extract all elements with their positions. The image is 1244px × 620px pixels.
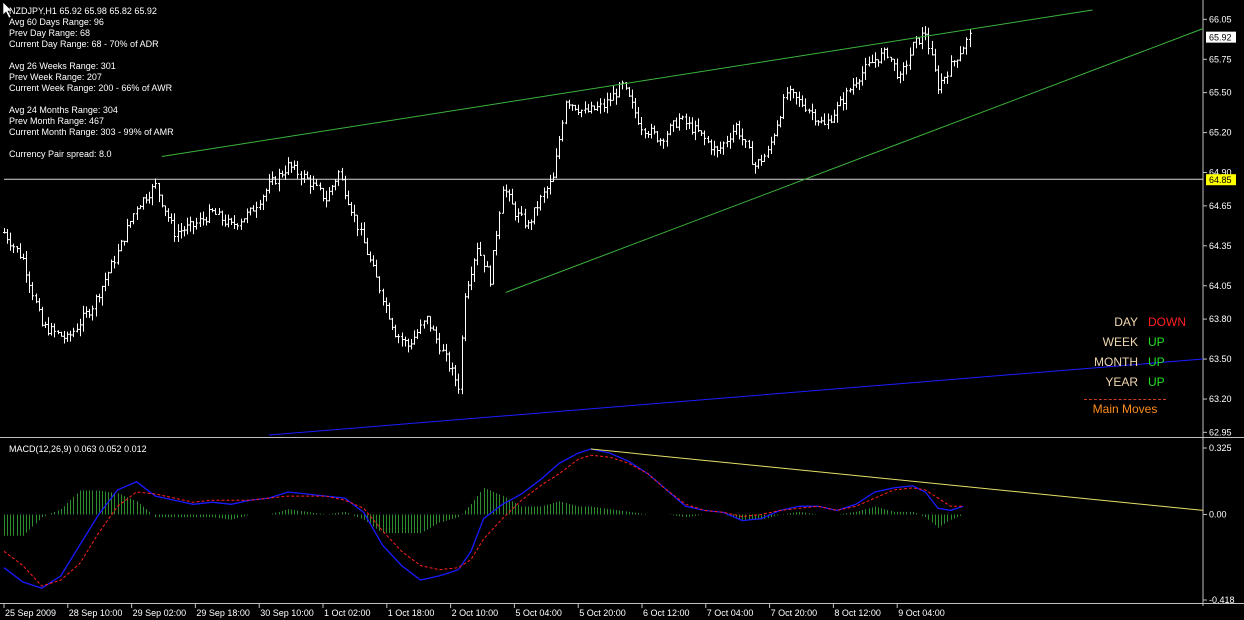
stat-line: Current Day Range: 68 - 70% of ADR — [9, 39, 159, 49]
price-tick-label: 63.80 — [1209, 314, 1232, 324]
trend-label: WEEK — [1102, 335, 1138, 349]
trend-row-year: YEAR UP — [1070, 375, 1190, 395]
main-moves-label: Main Moves — [1084, 399, 1166, 416]
time-tick-label: 9 Oct 04:00 — [898, 608, 945, 618]
trend-value: UP — [1148, 335, 1165, 349]
time-tick-label: 5 Oct 20:00 — [579, 608, 626, 618]
time-tick-label: 5 Oct 04:00 — [515, 608, 562, 618]
price-tick-label: 65.50 — [1209, 88, 1232, 98]
macd-label: MACD(12,26,9) 0.063 0.052 0.012 — [9, 444, 147, 454]
trend-panel: DAY DOWN WEEK UP MONTH UP YEAR UP Main M… — [1070, 315, 1190, 416]
time-tick-label: 25 Sep 2009 — [5, 608, 56, 618]
current-price-label: 65.92 — [1209, 33, 1232, 43]
trend-label: YEAR — [1105, 375, 1138, 389]
macd-tick-label: 0.325 — [1209, 443, 1232, 453]
macd-tick-label: -0.418 — [1209, 595, 1235, 605]
trend-label: DAY — [1114, 315, 1138, 329]
trend-value: UP — [1148, 355, 1165, 369]
time-tick-label: 30 Sep 10:00 — [260, 608, 314, 618]
price-tick-label: 62.95 — [1209, 427, 1232, 437]
price-tick-label: 63.20 — [1209, 394, 1232, 404]
price-tick-label: 65.20 — [1209, 128, 1232, 138]
trend-label: MONTH — [1094, 355, 1138, 369]
time-tick-label: 28 Sep 10:00 — [69, 608, 123, 618]
spread-line: Currency Pair spread: 8.0 — [9, 149, 112, 159]
stat-line: Prev Week Range: 207 — [9, 72, 102, 82]
price-chart[interactable]: 66.0565.7565.5065.2064.9064.6564.3564.05… — [0, 0, 1244, 620]
time-tick-label: 8 Oct 12:00 — [834, 608, 881, 618]
macd-tick-label: 0.00 — [1209, 509, 1227, 519]
stat-line: Current Week Range: 200 - 66% of AWR — [9, 83, 173, 93]
time-tick-label: 2 Oct 10:00 — [452, 608, 499, 618]
price-tick-label: 63.50 — [1209, 354, 1232, 364]
time-tick-label: 1 Oct 02:00 — [324, 608, 371, 618]
price-tick-label: 64.35 — [1209, 241, 1232, 251]
trend-value: DOWN — [1148, 315, 1186, 329]
trend-row-day: DAY DOWN — [1070, 315, 1190, 335]
info-overlay: NZDJPY,H1 65.92 65.98 65.82 65.92 Avg 60… — [9, 6, 174, 160]
stat-line: Prev Month Range: 467 — [9, 116, 105, 126]
stat-line: Avg 24 Months Range: 304 — [9, 105, 118, 115]
stat-line: Avg 26 Weeks Range: 301 — [9, 61, 116, 71]
symbol-quote-line: NZDJPY,H1 65.92 65.98 65.82 65.92 — [9, 6, 157, 16]
time-tick-label: 6 Oct 12:00 — [643, 608, 690, 618]
time-tick-label: 7 Oct 04:00 — [707, 608, 754, 618]
trend-row-month: MONTH UP — [1070, 355, 1190, 375]
stat-line: Current Month Range: 303 - 99% of AMR — [9, 127, 174, 137]
time-tick-label: 7 Oct 20:00 — [771, 608, 818, 618]
stat-line: Prev Day Range: 68 — [9, 28, 91, 38]
stat-line: Avg 60 Days Range: 96 — [9, 17, 104, 27]
trend-value: UP — [1148, 375, 1165, 389]
price-tick-label: 64.65 — [1209, 201, 1232, 211]
trend-row-week: WEEK UP — [1070, 335, 1190, 355]
time-tick-label: 1 Oct 18:00 — [388, 608, 435, 618]
price-tick-label: 65.75 — [1209, 54, 1232, 64]
price-tick-label: 66.05 — [1209, 14, 1232, 24]
chart-background — [0, 0, 1244, 620]
time-tick-label: 29 Sep 18:00 — [196, 608, 250, 618]
time-tick-label: 29 Sep 02:00 — [133, 608, 187, 618]
price-tick-label: 64.05 — [1209, 281, 1232, 291]
level-price-label: 64.85 — [1209, 175, 1232, 185]
